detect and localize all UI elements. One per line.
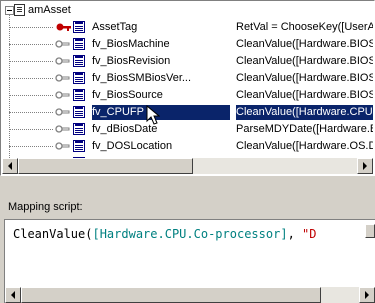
field-mapping-value: CleanValue([Hardware.BIOS. bbox=[236, 89, 373, 101]
arrow-right-icon bbox=[363, 162, 367, 170]
table-icon bbox=[14, 4, 25, 16]
script-scroll-thumb[interactable] bbox=[21, 287, 321, 303]
mapping-script-label: Mapping script: bbox=[8, 201, 83, 213]
tree-item[interactable]: fv_DOSLocation CleanValue([Hardware.OS.Di bbox=[2, 138, 373, 155]
link-icon bbox=[55, 125, 70, 133]
key-icon bbox=[56, 23, 71, 31]
field-mapping-value: CleanValue([Hardware.BIOS. bbox=[236, 38, 373, 50]
scroll-thumb[interactable] bbox=[18, 158, 193, 174]
script-field-token: [Hardware.CPU.Co-processor] bbox=[92, 227, 288, 241]
script-function-token: CleanValue( bbox=[13, 227, 93, 241]
link-icon bbox=[55, 57, 70, 65]
tree-connector-line bbox=[9, 27, 53, 28]
field-name: fv_CPUFP bbox=[92, 105, 230, 120]
link-icon bbox=[55, 74, 70, 82]
tree-item[interactable]: fv_CPUFP CleanValue([Hardware.CPU. bbox=[2, 104, 373, 121]
field-name: fv_BiosMachine bbox=[92, 38, 170, 50]
scroll-left-button[interactable] bbox=[2, 158, 18, 174]
field-mapping-value: CleanValue([Hardware.CPU. bbox=[236, 105, 373, 120]
field-name: fv_BiosRevision bbox=[92, 55, 171, 67]
tree-item[interactable]: fv_dBiosDate ParseMDYDate([Hardware.B bbox=[2, 121, 373, 138]
field-lookup-button[interactable] bbox=[365, 224, 375, 238]
field-name: fv_dBiosDate bbox=[92, 123, 158, 135]
tree-connector-line bbox=[9, 129, 53, 130]
tree-item[interactable]: fv_BiosSource CleanValue([Hardware.BIOS. bbox=[2, 87, 373, 104]
tree-root-label: amAsset bbox=[28, 4, 71, 16]
field-mapping-value: CleanValue([Hardware.OS.Di bbox=[236, 140, 373, 152]
arrow-left-icon bbox=[8, 162, 12, 170]
tree-rows: amAsset AssetTag RetVal = ChooseKey([User… bbox=[2, 2, 373, 158]
field-name: fv_BiosSource bbox=[92, 89, 163, 101]
arrow-left-icon bbox=[11, 291, 15, 299]
tree-connector-line bbox=[9, 61, 53, 62]
link-icon bbox=[55, 40, 70, 48]
script-code[interactable]: CleanValue([Hardware.CPU.Co-processor], … bbox=[13, 227, 316, 242]
field-icon bbox=[73, 123, 85, 135]
script-horizontal-scrollbar[interactable] bbox=[5, 287, 375, 303]
link-icon bbox=[55, 108, 70, 116]
tree-view: amAsset AssetTag RetVal = ChooseKey([User… bbox=[0, 0, 375, 176]
scroll-right-button[interactable] bbox=[357, 158, 373, 174]
tree-horizontal-scrollbar[interactable] bbox=[2, 158, 373, 174]
field-icon bbox=[73, 21, 85, 33]
mapping-window: amAsset AssetTag RetVal = ChooseKey([User… bbox=[0, 0, 375, 303]
field-name: fv_DOSLocation bbox=[92, 140, 173, 152]
link-icon bbox=[55, 91, 70, 99]
arrow-right-icon bbox=[365, 291, 369, 299]
link-icon bbox=[55, 142, 70, 150]
field-icon bbox=[73, 106, 85, 118]
tree-connector-line bbox=[9, 78, 53, 79]
tree-root-node[interactable]: amAsset bbox=[2, 2, 373, 19]
tree-item[interactable]: fv_BiosRevision CleanValue([Hardware.BIOS… bbox=[2, 53, 373, 70]
field-icon bbox=[73, 55, 85, 67]
field-mapping-value: RetVal = ChooseKey([UserAr bbox=[236, 21, 373, 33]
tree-connector-line bbox=[9, 44, 53, 45]
script-string-token: "D bbox=[302, 227, 317, 241]
tree-item[interactable]: AssetTag RetVal = ChooseKey([UserAr bbox=[2, 19, 373, 36]
field-mapping-value: ParseMDYDate([Hardware.B bbox=[236, 123, 373, 135]
collapse-icon[interactable] bbox=[5, 6, 14, 15]
field-mapping-value: CleanValue([Hardware.BIOS. bbox=[236, 72, 373, 84]
field-mapping-value: CleanValue([Hardware.BIOS. bbox=[236, 55, 373, 67]
tree-item[interactable]: fv_BiosMachine CleanValue([Hardware.BIOS. bbox=[2, 36, 373, 53]
field-name: AssetTag bbox=[92, 21, 138, 33]
script-separator-token: , bbox=[287, 227, 303, 241]
mouse-cursor-icon bbox=[146, 105, 160, 125]
tree-connector-line bbox=[9, 95, 53, 96]
field-icon bbox=[73, 72, 85, 84]
script-scroll-right-button[interactable] bbox=[359, 287, 375, 303]
tree-connector-line bbox=[9, 146, 53, 147]
tree-connector-line bbox=[9, 112, 53, 113]
script-scroll-left-button[interactable] bbox=[5, 287, 21, 303]
field-name: fv_BiosSMBiosVer... bbox=[92, 72, 192, 84]
field-icon bbox=[73, 140, 85, 152]
field-icon bbox=[73, 38, 85, 50]
mapping-script-editor[interactable]: CleanValue([Hardware.CPU.Co-processor], … bbox=[4, 219, 375, 303]
tree-item[interactable]: fv_BiosSMBiosVer... CleanValue([Hardware.… bbox=[2, 70, 373, 87]
field-icon bbox=[73, 89, 85, 101]
